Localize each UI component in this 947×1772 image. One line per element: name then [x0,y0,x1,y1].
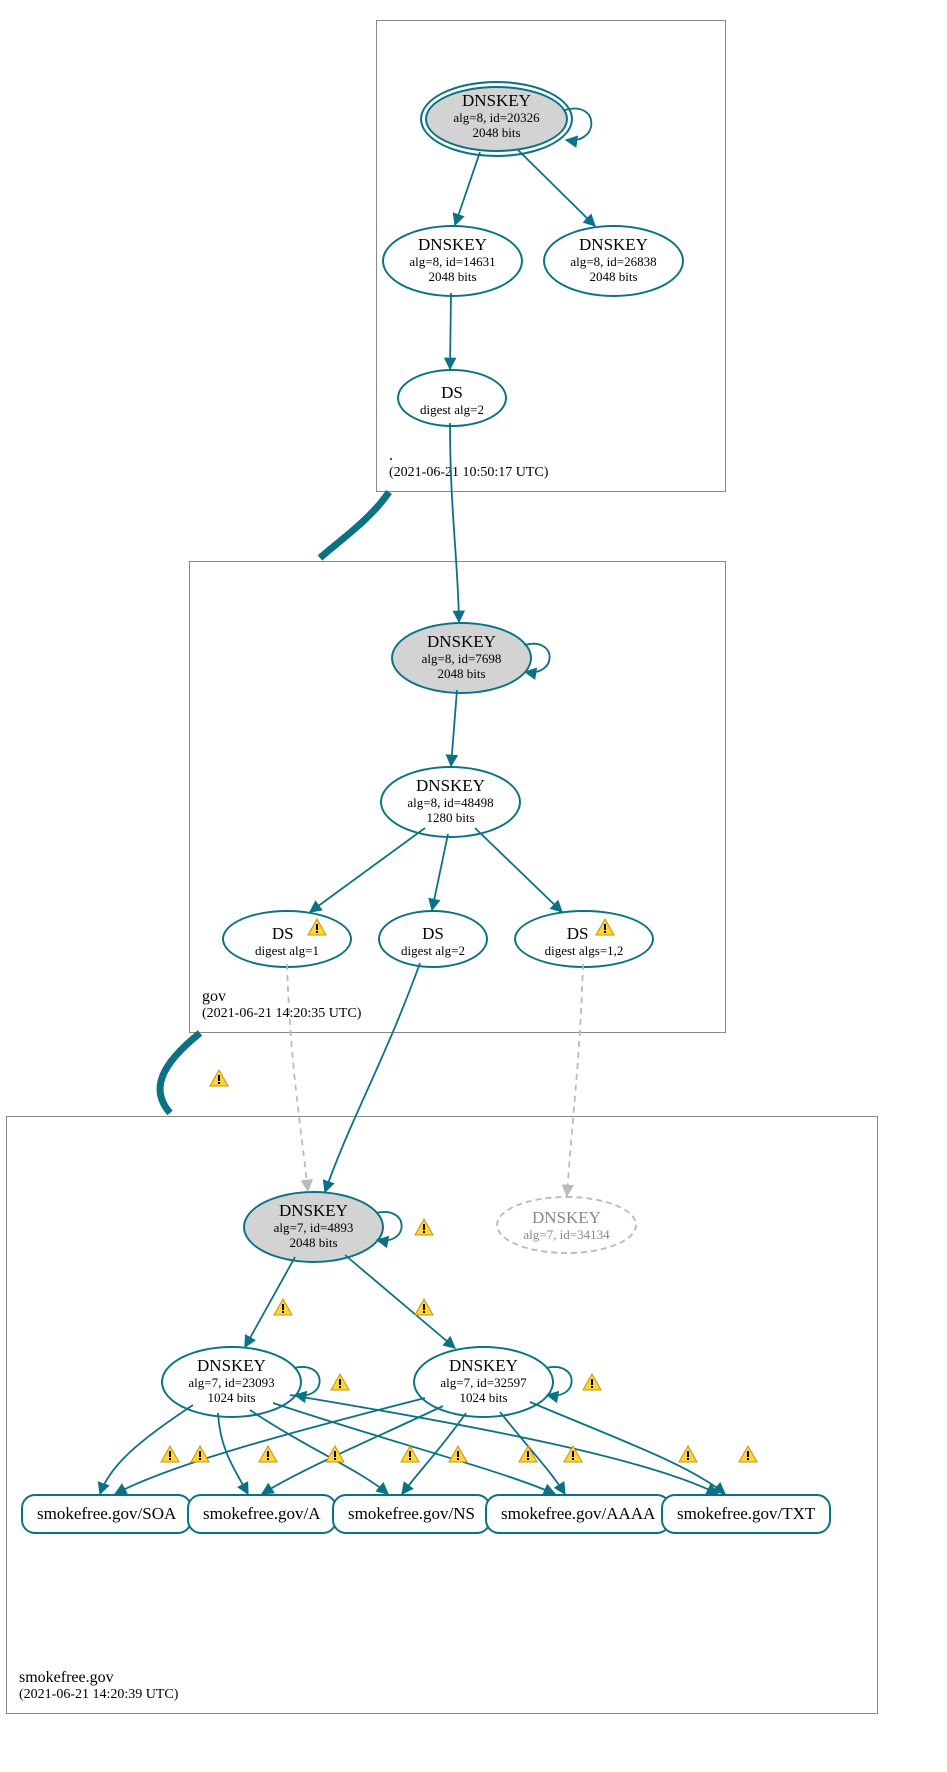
warning-icon [160,1445,180,1463]
detail: alg=8, id=7698 [393,652,530,667]
warning-icon [518,1445,538,1463]
detail: 1024 bits [163,1391,300,1406]
zone-gov-time: (2021-06-21 14:20:35 UTC) [202,1006,361,1022]
warning-icon [448,1445,468,1463]
detail: digest alg=2 [399,403,505,418]
warning-icon [330,1373,350,1391]
warning-icon [738,1445,758,1463]
detail: alg=8, id=20326 [422,111,571,126]
ds-root: DS digest alg=2 [397,369,507,427]
detail: alg=7, id=32597 [415,1376,552,1391]
dnskey-gov-zsk: DNSKEY alg=8, id=48498 1280 bits [380,766,521,838]
detail: 2048 bits [245,1236,382,1251]
ds-label: DS [399,371,505,403]
dnskey-label: DNSKEY [415,1348,552,1376]
warning-icon [563,1445,583,1463]
detail: 2048 bits [545,270,682,285]
dnskey-label: DNSKEY [393,624,530,652]
dnskey-label: DNSKEY [545,227,682,255]
detail: alg=8, id=48498 [382,796,519,811]
zone-smokefree-time: (2021-06-21 14:20:39 UTC) [19,1687,178,1703]
detail: alg=7, id=23093 [163,1376,300,1391]
dnskey-sf-32597: DNSKEY alg=7, id=32597 1024 bits [413,1346,554,1418]
zone-root-time: (2021-06-21 10:50:17 UTC) [389,465,548,481]
warning-icon [190,1445,210,1463]
dnskey-root-ksk: DNSKEY alg=8, id=20326 2048 bits [420,81,573,157]
warning-icon [209,1069,229,1087]
dnskey-label: DNSKEY [422,83,571,111]
warning-icon [414,1298,434,1316]
detail: alg=8, id=14631 [384,255,521,270]
dnskey-label: DNSKEY [498,1198,635,1228]
dnskey-label: DNSKEY [384,227,521,255]
warning-icon [400,1445,420,1463]
rrset-a: smokefree.gov/A [187,1494,337,1534]
ds-gov-alg1: DS digest alg=1 [222,910,352,968]
zone-smokefree-label: smokefree.gov (2021-06-21 14:20:39 UTC) [19,1669,178,1703]
warning-icon [595,918,615,936]
detail: alg=8, id=26838 [545,255,682,270]
zone-smokefree: smokefree.gov (2021-06-21 14:20:39 UTC) [6,1116,878,1714]
zone-root-label: . (2021-06-21 10:50:17 UTC) [389,447,548,481]
warning-icon [325,1445,345,1463]
dnskey-label: DNSKEY [245,1193,382,1221]
dnskey-root-14631: DNSKEY alg=8, id=14631 2048 bits [382,225,523,297]
warning-icon [273,1298,293,1316]
warning-icon [414,1218,434,1236]
ds-gov-alg2: DS digest alg=2 [378,910,488,968]
ds-label: DS [380,912,486,944]
warning-icon [258,1445,278,1463]
dnskey-sf-23093: DNSKEY alg=7, id=23093 1024 bits [161,1346,302,1418]
detail: alg=7, id=4893 [245,1221,382,1236]
dnskey-sf-ksk: DNSKEY alg=7, id=4893 2048 bits [243,1191,384,1263]
warning-icon [582,1373,602,1391]
detail: 1024 bits [415,1391,552,1406]
detail: digest alg=2 [380,944,486,959]
detail: alg=7, id=34134 [498,1228,635,1243]
detail: 2048 bits [393,667,530,682]
zone-gov-name: gov [202,988,361,1006]
rrset-ns: smokefree.gov/NS [332,1494,491,1534]
rrset-txt: smokefree.gov/TXT [661,1494,831,1534]
warning-icon [678,1445,698,1463]
ds-label: DS [516,912,652,944]
detail: 2048 bits [384,270,521,285]
zone-root-name: . [389,447,548,465]
dnskey-label: DNSKEY [163,1348,300,1376]
rrset-soa: smokefree.gov/SOA [21,1494,192,1534]
dnskey-gov-ksk: DNSKEY alg=8, id=7698 2048 bits [391,622,532,694]
detail: 1280 bits [382,811,519,826]
detail: digest alg=1 [224,944,350,959]
detail: 2048 bits [422,126,571,141]
dnskey-sf-34134: DNSKEY alg=7, id=34134 [496,1196,637,1254]
dnskey-root-26838: DNSKEY alg=8, id=26838 2048 bits [543,225,684,297]
zone-gov-label: gov (2021-06-21 14:20:35 UTC) [202,988,361,1022]
detail: digest algs=1,2 [516,944,652,959]
dnskey-label: DNSKEY [382,768,519,796]
rrset-aaaa: smokefree.gov/AAAA [485,1494,671,1534]
warning-icon [307,918,327,936]
ds-gov-algs12: DS digest algs=1,2 [514,910,654,968]
ds-label: DS [224,912,350,944]
zone-smokefree-name: smokefree.gov [19,1669,178,1687]
